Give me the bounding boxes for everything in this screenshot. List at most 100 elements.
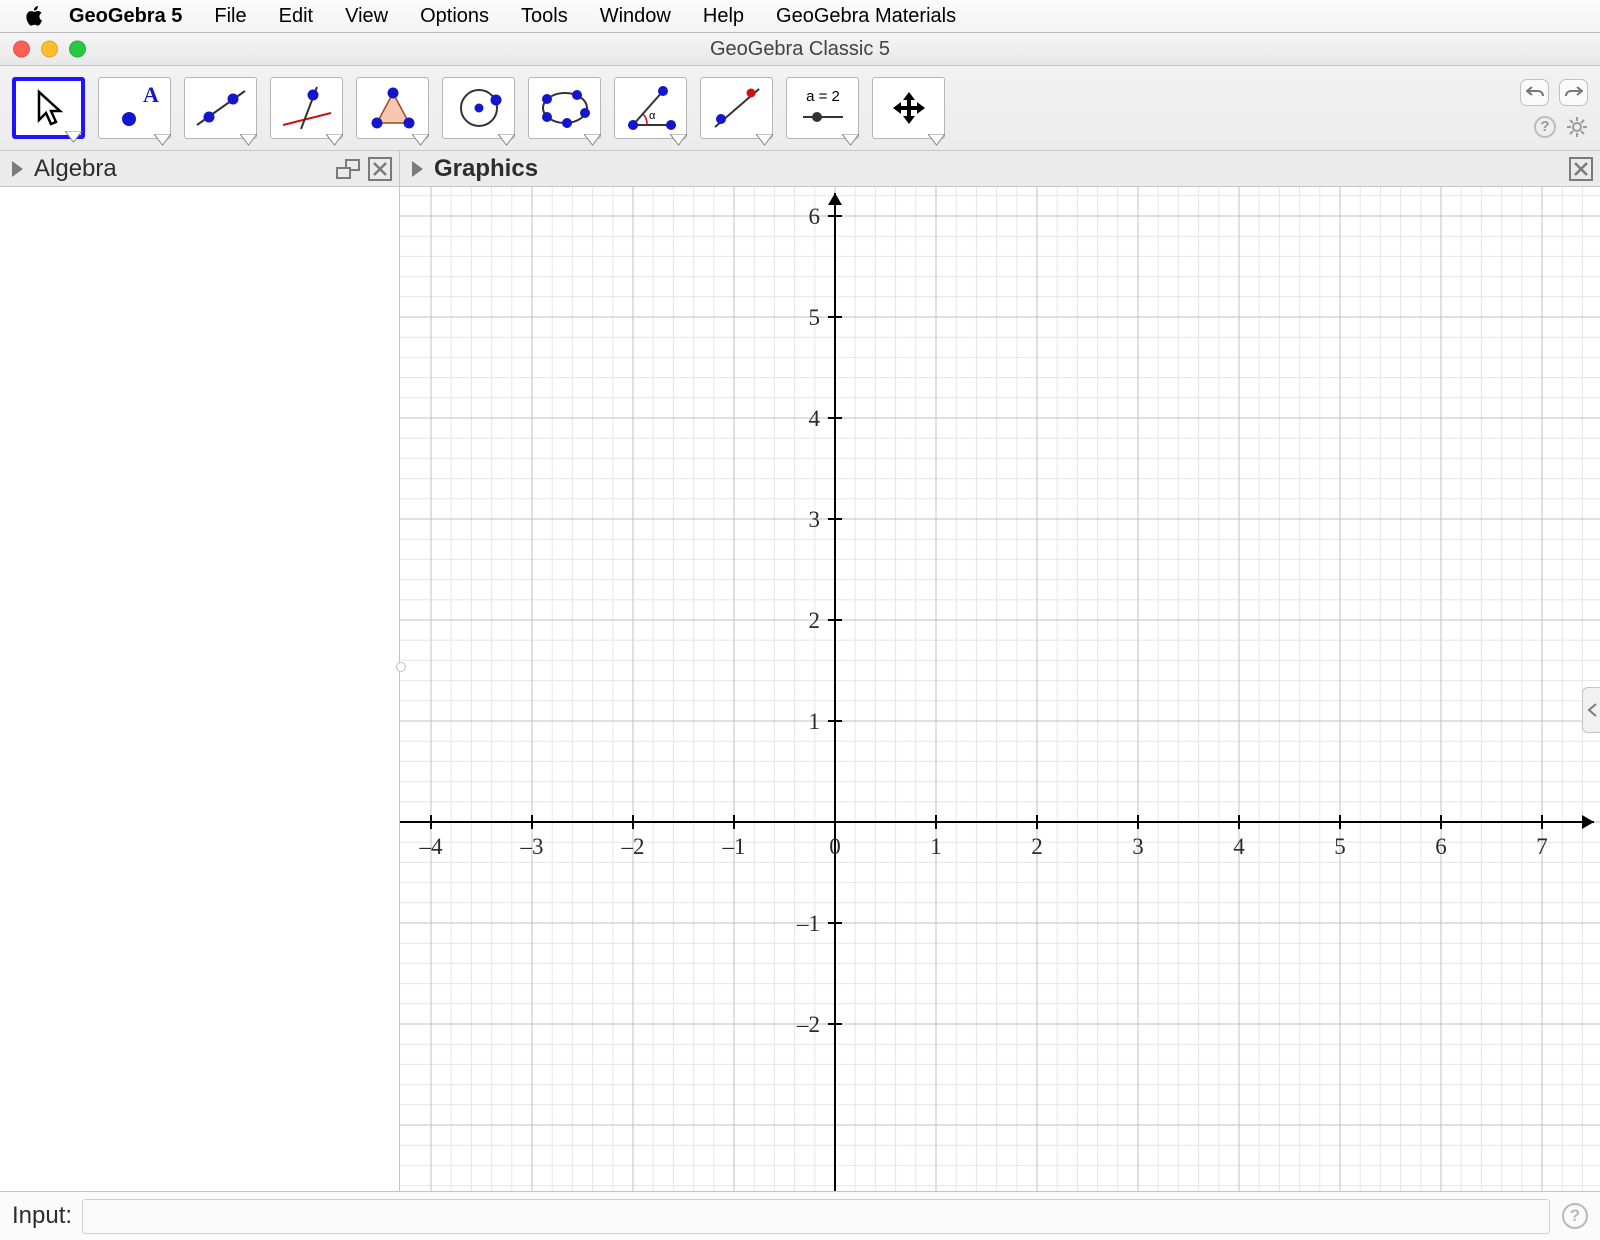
- input-label: Input:: [12, 1202, 72, 1230]
- svg-text:3: 3: [1132, 834, 1144, 859]
- tool-perpendicular[interactable]: [270, 77, 343, 139]
- algebra-header[interactable]: Algebra: [0, 151, 400, 186]
- svg-text:4: 4: [809, 406, 821, 431]
- close-view-icon[interactable]: [1569, 157, 1593, 181]
- svg-text:α: α: [649, 110, 656, 122]
- algebra-title: Algebra: [34, 155, 117, 183]
- tool-polygon[interactable]: [356, 77, 429, 139]
- svg-text:–3: –3: [520, 834, 544, 859]
- window-title: GeoGebra Classic 5: [710, 38, 890, 61]
- close-icon[interactable]: [13, 41, 30, 58]
- dropdown-icon[interactable]: [326, 134, 343, 147]
- conic-icon: [535, 83, 595, 133]
- menu-file[interactable]: File: [198, 5, 262, 28]
- dropdown-icon[interactable]: [928, 134, 945, 147]
- help-icon[interactable]: ?: [1534, 116, 1556, 138]
- coordinate-plane[interactable]: –4 –3 –2 –1 0 1 2 3 4 5 6 7 –2 –1 1 2 3 4 5 6: [400, 187, 1600, 1191]
- dropdown-icon[interactable]: [670, 134, 687, 147]
- redo-button[interactable]: [1559, 79, 1588, 106]
- dropdown-icon[interactable]: [240, 134, 257, 147]
- menu-materials[interactable]: GeoGebra Materials: [760, 5, 972, 28]
- toolbar: A: [0, 66, 1600, 151]
- svg-text:1: 1: [930, 834, 942, 859]
- svg-text:a = 2: a = 2: [806, 88, 840, 105]
- main-area: –4 –3 –2 –1 0 1 2 3 4 5 6 7 –2 –1 1 2 3 4 5 6: [0, 187, 1600, 1191]
- svg-text:2: 2: [809, 608, 821, 633]
- point-icon: A: [105, 83, 165, 133]
- tool-line[interactable]: [184, 77, 257, 139]
- input-help-icon[interactable]: ?: [1562, 1203, 1588, 1229]
- apple-logo-icon[interactable]: [23, 4, 43, 28]
- dropdown-icon[interactable]: [842, 134, 859, 147]
- dropdown-icon[interactable]: [65, 131, 82, 144]
- menu-help[interactable]: Help: [687, 5, 760, 28]
- dropdown-icon[interactable]: [412, 134, 429, 147]
- svg-text:0: 0: [829, 834, 841, 859]
- views-header: Algebra Graphics: [0, 151, 1600, 187]
- svg-text:3: 3: [809, 507, 821, 532]
- tool-move-view[interactable]: [872, 77, 945, 139]
- window-titlebar: GeoGebra Classic 5: [0, 33, 1600, 66]
- slider-icon: a = 2: [793, 83, 853, 133]
- dropdown-icon[interactable]: [154, 134, 171, 147]
- undo-button[interactable]: [1520, 79, 1549, 106]
- menu-view[interactable]: View: [329, 5, 404, 28]
- mac-menubar: GeoGebra 5 File Edit View Options Tools …: [0, 0, 1600, 33]
- menubar-app-name[interactable]: GeoGebra 5: [53, 5, 198, 28]
- svg-text:–1: –1: [796, 911, 820, 936]
- angle-icon: α: [621, 83, 681, 133]
- tool-conic[interactable]: [528, 77, 601, 139]
- menu-edit[interactable]: Edit: [263, 5, 329, 28]
- expand-icon: [12, 161, 23, 177]
- menu-tools[interactable]: Tools: [505, 5, 584, 28]
- tool-circle[interactable]: [442, 77, 515, 139]
- cursor-icon: [29, 88, 69, 128]
- algebra-pane[interactable]: [0, 187, 400, 1191]
- reflect-icon: [707, 83, 767, 133]
- dropdown-icon[interactable]: [498, 134, 515, 147]
- window-controls: [13, 41, 86, 58]
- graphics-pane[interactable]: –4 –3 –2 –1 0 1 2 3 4 5 6 7 –2 –1 1 2 3 4 5 6: [400, 187, 1600, 1191]
- circle-icon: [449, 83, 509, 133]
- menu-options[interactable]: Options: [404, 5, 505, 28]
- svg-text:6: 6: [1435, 834, 1447, 859]
- svg-text:–1: –1: [722, 834, 746, 859]
- tool-reflect[interactable]: [700, 77, 773, 139]
- svg-text:–2: –2: [796, 1012, 820, 1037]
- dropdown-icon[interactable]: [584, 134, 601, 147]
- perpendicular-icon: [277, 83, 337, 133]
- svg-text:2: 2: [1031, 834, 1043, 859]
- redo-icon: [1565, 85, 1583, 99]
- move-view-icon: [889, 88, 929, 128]
- tool-slider[interactable]: a = 2: [786, 77, 859, 139]
- dropdown-icon[interactable]: [756, 134, 773, 147]
- line-icon: [191, 83, 251, 133]
- polygon-icon: [363, 83, 423, 133]
- input-bar: Input: ?: [0, 1191, 1600, 1240]
- close-view-icon[interactable]: [368, 157, 392, 181]
- expand-icon: [412, 161, 423, 177]
- splitter-handle[interactable]: [396, 662, 406, 672]
- svg-text:4: 4: [1233, 834, 1245, 859]
- tool-move[interactable]: [12, 77, 85, 139]
- graphics-header[interactable]: Graphics: [400, 151, 1600, 186]
- minimize-icon[interactable]: [41, 41, 58, 58]
- graphics-title: Graphics: [434, 155, 538, 183]
- svg-text:–2: –2: [621, 834, 645, 859]
- svg-text:–4: –4: [419, 834, 444, 859]
- tool-angle[interactable]: α: [614, 77, 687, 139]
- svg-text:5: 5: [809, 305, 821, 330]
- zoom-icon[interactable]: [69, 41, 86, 58]
- svg-text:7: 7: [1536, 834, 1548, 859]
- svg-text:A: A: [143, 83, 159, 107]
- tool-point[interactable]: A: [98, 77, 171, 139]
- detach-window-icon[interactable]: [336, 159, 360, 179]
- right-drawer-handle[interactable]: [1582, 687, 1600, 733]
- svg-text:6: 6: [809, 204, 821, 229]
- input-field[interactable]: [82, 1199, 1550, 1234]
- svg-text:5: 5: [1334, 834, 1346, 859]
- undo-icon: [1526, 85, 1544, 99]
- svg-text:1: 1: [809, 709, 821, 734]
- menu-window[interactable]: Window: [584, 5, 687, 28]
- gear-icon[interactable]: [1566, 116, 1588, 138]
